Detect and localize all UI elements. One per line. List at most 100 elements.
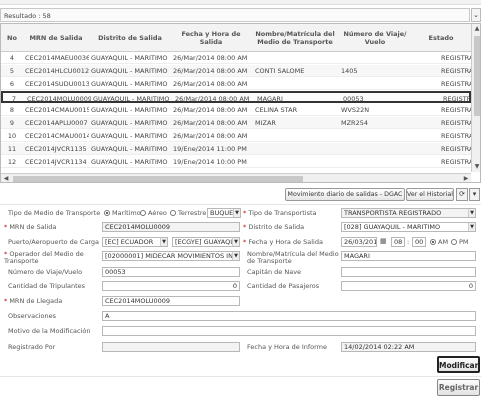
pasajeros-field[interactable]: 0: [341, 281, 476, 291]
distrito-salida-value: [028] GUAYAQUIL - MARITIMO: [344, 223, 441, 231]
scroll-up-icon[interactable]: ▲: [472, 24, 480, 34]
table-header: No MRN de Salida Distrito de Salida Fech…: [1, 24, 471, 52]
table-cell: 26/Mar/2014 08:00 AM: [173, 54, 248, 62]
table-row[interactable]: 8 CEC2014CMAU0015 GUAYAQUIL - MARITIMO 26/M…: [1, 104, 471, 116]
col-header-viaje[interactable]: Número de Viaje/ Vuelo: [339, 24, 411, 52]
radio-aereo[interactable]: [140, 210, 146, 216]
scroll-down-icon[interactable]: ▼: [472, 162, 480, 172]
table-cell: [341, 54, 411, 63]
refresh-icon[interactable]: ⟳: [456, 188, 468, 201]
table-cell: CEC2014CMAU0015: [25, 106, 89, 114]
table-cell: 26/Mar/2014 08:00 AM: [175, 95, 250, 103]
motivo-field[interactable]: [102, 326, 476, 336]
col-header-no[interactable]: No: [1, 24, 23, 52]
table-cell: CEC2014JVCR1135: [25, 145, 87, 153]
table-cell: CEC2014APLU0007: [25, 119, 88, 127]
mrn-llegada-field[interactable]: CEC2014MOLU0009: [102, 296, 240, 306]
vertical-scroll-thumb[interactable]: [474, 36, 480, 116]
operador-select[interactable]: [02000001] MIDECAR MOVIMIENTOS INTERN ▼: [102, 251, 240, 261]
table-row[interactable]: 9 CEC2014APLU0007 GUAYAQUIL - MARITIMO 26/M…: [1, 117, 471, 129]
table-cell: 8: [9, 106, 15, 114]
radio-terrestre[interactable]: [170, 210, 176, 216]
required-marker: *: [243, 209, 247, 217]
horizontal-scroll-thumb[interactable]: [13, 176, 303, 182]
puerto-country-select[interactable]: [EC] ECUADOR ▼: [102, 237, 168, 247]
puerto-port-select[interactable]: [ECGYE] GUAYAQUIL ▼: [172, 237, 240, 247]
operador-label: Operador del Medio de Transporte: [4, 250, 84, 265]
table-cell: REGISTRAD: [441, 119, 471, 127]
numero-viaje-field[interactable]: 00053: [102, 267, 240, 277]
table-row[interactable]: 4 CEC2014MAEU0036 GUAYAQUIL - MARITIMO 26/M…: [1, 52, 471, 64]
table-cell: REGISTRAD: [441, 145, 471, 153]
col-header-distrito[interactable]: Distrito de Salida: [89, 24, 171, 52]
movimiento-diario-button[interactable]: Movimiento diario de salidas - DGAC: [285, 188, 405, 201]
radio-maritimo[interactable]: [104, 210, 110, 216]
nombre-field[interactable]: MAGARI: [341, 251, 476, 261]
col-header-nombre[interactable]: Nombre/Matrícula del Medio de Transporte: [251, 24, 339, 52]
observaciones-field[interactable]: A: [102, 311, 476, 321]
table-cell: CEC2014HLCU0012: [25, 67, 89, 75]
fecha-salida-date-field[interactable]: 26/03/2014: [341, 237, 377, 247]
chevron-down-icon: ▼: [468, 223, 475, 231]
table-row[interactable]: 11 CEC2014JVCR1135 GUAYAQUIL - MARITIMO 19/…: [1, 143, 471, 155]
table-cell: [341, 158, 411, 167]
ver-historial-button[interactable]: Ver el Historial: [406, 188, 454, 201]
registrado-field[interactable]: [102, 342, 240, 352]
table-cell: CEC2014CMAU0014: [25, 132, 89, 140]
observaciones-label: Observaciones: [8, 312, 56, 320]
table-cell: REGISTRAD: [441, 132, 471, 140]
table-cell: 19/Ene/2014 10:00 PM: [173, 158, 247, 166]
distrito-salida-select[interactable]: [028] GUAYAQUIL - MARITIMO ▼: [341, 222, 476, 232]
collapse-chevron-icon[interactable]: ⌄: [471, 8, 481, 22]
required-marker: *: [243, 238, 247, 246]
table-row[interactable]: 10 CEC2014CMAU0014 GUAYAQUIL - MARITIMO 26/…: [1, 130, 471, 142]
table-row[interactable]: 12 CEC2014JVCR1134 GUAYAQUIL - MARITIMO 19/…: [1, 156, 471, 168]
mrn-salida-field[interactable]: CEC2014MOLU0009: [102, 222, 240, 232]
fecha-salida-min-field[interactable]: 00: [412, 237, 426, 247]
col-header-fecha[interactable]: Fecha y Hora de Salida: [171, 24, 251, 52]
table-row[interactable]: 6 CEC2014SUDU0013 GUAYAQUIL - MARITIMO 26/M…: [1, 78, 471, 90]
col-header-mrn[interactable]: MRN de Salida: [23, 24, 89, 52]
scroll-right-icon[interactable]: ▶: [461, 174, 471, 182]
radio-pm[interactable]: [451, 239, 457, 245]
chevron-down-icon[interactable]: ▾: [469, 188, 480, 201]
table-cell: CONTI SALOME: [255, 67, 305, 75]
scroll-left-icon[interactable]: ◀: [1, 174, 11, 182]
pasajeros-label: Cantidad de Pasajeros: [247, 282, 320, 290]
modificar-button[interactable]: Modificar: [437, 356, 480, 373]
table-cell: CEC2014SUDU0013: [25, 80, 89, 88]
fecha-informe-label: Fecha y Hora de Informe: [247, 343, 328, 351]
registrar-button[interactable]: Registrar: [437, 379, 480, 396]
fecha-informe-field[interactable]: 14/02/2014 02:22 AM: [341, 342, 476, 352]
tripulantes-field[interactable]: 0: [102, 281, 240, 291]
table-cell: 7: [11, 95, 17, 103]
distrito-salida-label: Distrito de Salida: [248, 223, 305, 231]
horizontal-scrollbar[interactable]: ◀ ▶: [1, 173, 471, 182]
tipo-transportista-field[interactable]: TRANSPORTISTA REGISTRADO ▼: [341, 208, 476, 218]
fecha-salida-hour-field[interactable]: 08: [391, 237, 405, 247]
table-cell: GUAYAQUIL - MARITIMO: [91, 145, 168, 153]
top-strip: [0, 0, 481, 5]
chevron-down-icon: ▼: [468, 209, 475, 217]
buque-select[interactable]: BUQUE ▼: [207, 208, 241, 218]
calendar-icon[interactable]: ▦: [380, 238, 387, 245]
registrado-label: Registrado Por: [8, 343, 56, 351]
results-table: No MRN de Salida Distrito de Salida Fech…: [0, 23, 481, 183]
table-cell: REGISTRAD: [441, 54, 471, 62]
radio-am-label: AM: [438, 238, 449, 246]
capitan-label: Capitán de Nave: [247, 268, 302, 276]
radio-terrestre-label: Terrestre: [178, 209, 207, 217]
table-cell: GUAYAQUIL - MARITIMO: [91, 106, 168, 114]
table-cell: GUAYAQUIL - MARITIMO: [91, 67, 168, 75]
mrn-salida-label: MRN de Salida: [9, 223, 57, 231]
radio-am[interactable]: [430, 239, 436, 245]
table-cell: MZR254: [341, 119, 368, 127]
capitan-field[interactable]: [341, 267, 476, 277]
table-cell: 26/Mar/2014 08:00 AM: [173, 132, 248, 140]
table-cell: CEC2014MOLU0009: [27, 95, 91, 103]
table-cell: 9: [9, 119, 15, 127]
table-row[interactable]: 7 CEC2014MOLU0009 GUAYAQUIL - MARITIMO 26/M…: [1, 91, 473, 103]
table-row[interactable]: 5 CEC2014HLCU0012 GUAYAQUIL - MARITIMO 26/M…: [1, 65, 471, 77]
vertical-scrollbar[interactable]: ▲ ▼: [471, 24, 480, 172]
col-header-estado[interactable]: Estado: [411, 24, 471, 52]
